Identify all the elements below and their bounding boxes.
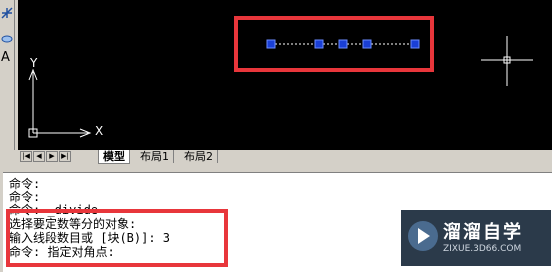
first-tab-button[interactable]: |◀ xyxy=(20,151,32,162)
prev-tab-button[interactable]: ◀ xyxy=(33,151,45,162)
command-line: 命令: xyxy=(9,190,41,204)
tab-layout1[interactable]: 布局1 xyxy=(136,150,174,163)
highlight-box-drawing xyxy=(234,16,434,72)
highlight-box-command xyxy=(6,209,228,267)
next-tab-button[interactable]: ▶ xyxy=(46,151,58,162)
view-icon[interactable] xyxy=(1,30,13,43)
play-icon xyxy=(418,228,430,244)
drawing-canvas[interactable]: Y X xyxy=(18,0,552,150)
last-tab-button[interactable]: ▶| xyxy=(59,151,71,162)
tab-layout2[interactable]: 布局2 xyxy=(180,150,218,163)
watermark-logo: 溜溜自学 ZIXUE.3D66.COM xyxy=(401,210,551,266)
ucs-x-label: X xyxy=(95,124,104,138)
command-line: 命令: xyxy=(9,177,41,191)
splitter[interactable] xyxy=(0,164,552,172)
tab-model[interactable]: 模型 xyxy=(98,150,130,164)
crosshair-cursor xyxy=(481,36,533,86)
left-toolbar: A xyxy=(0,0,15,150)
ucs-icon xyxy=(28,68,92,138)
draw-icon[interactable] xyxy=(1,4,13,19)
watermark-title: 溜溜自学 xyxy=(443,222,523,243)
ucs-y-label: Y xyxy=(30,56,38,70)
watermark-subtitle: ZIXUE.3D66.COM xyxy=(443,244,522,254)
text-tool-icon[interactable]: A xyxy=(1,50,10,65)
layout-tab-bar: |◀ ◀ ▶ ▶| 模型 布局1 布局2 xyxy=(18,150,552,164)
